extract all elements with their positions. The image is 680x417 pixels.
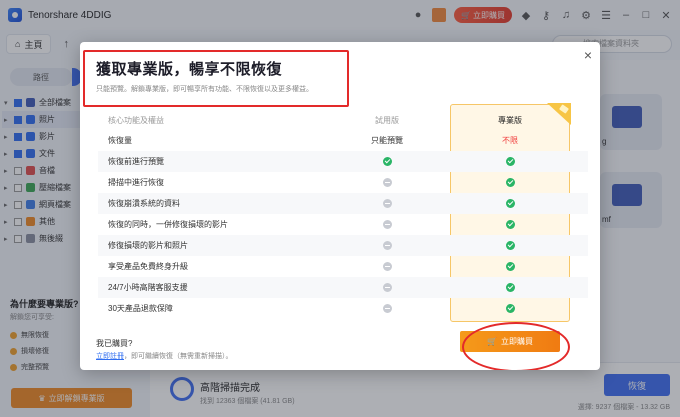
unavailable-icon: [382, 241, 392, 250]
pro-cell: [450, 172, 570, 193]
table-row: 享受產品免費終身升級: [98, 256, 588, 277]
unavailable-icon: [382, 283, 392, 292]
check-icon: [505, 304, 515, 313]
check-icon: [505, 178, 515, 187]
close-icon[interactable]: ×: [580, 47, 596, 63]
pro-cell: [450, 193, 570, 214]
table-row: 30天產品退款保障: [98, 298, 588, 319]
table-row: 恢復前進行預覽: [98, 151, 588, 172]
register-line: 立即註冊，即可繼續恢復（無需重新掃描）。: [96, 351, 233, 361]
unavailable-icon: [382, 304, 392, 313]
trial-cell: [332, 235, 442, 256]
feature-cell: 掃描中進行恢復: [108, 178, 164, 187]
feature-cell: 恢復量: [108, 136, 132, 145]
trial-cell: [332, 172, 442, 193]
check-icon: [505, 262, 515, 271]
annotation-ellipse: [462, 322, 570, 370]
table-row: 恢復崩潰系統的資料: [98, 193, 588, 214]
already-purchased-text: 我已購買?: [96, 339, 133, 348]
feature-cell: 享受產品免費終身升級: [108, 262, 188, 271]
check-icon: [505, 199, 515, 208]
register-line-rest: ，即可繼續恢復（無需重新掃描）。: [124, 353, 233, 360]
feature-cell: 恢復的同時，一併修復損壞的影片: [108, 220, 228, 229]
header-feature: 核心功能及權益: [108, 116, 164, 125]
pro-cell: [450, 214, 570, 235]
trial-cell: [332, 277, 442, 298]
header-trial: 試用版: [375, 116, 399, 125]
check-icon: [382, 157, 392, 166]
upgrade-dialog: × 獲取專業版，暢享不限恢復 只能預覽。解鎖專業版，即可暢享所有功能、不限恢復以…: [80, 42, 600, 370]
pro-cell: [450, 298, 570, 319]
trial-cell: [332, 256, 442, 277]
trial-cell: 只能預覽: [371, 136, 403, 145]
pro-cell: [450, 151, 570, 172]
table-row: 恢復量 只能預覽 不限: [98, 130, 588, 151]
trial-cell: [332, 151, 442, 172]
check-icon: [505, 220, 515, 229]
check-icon: [505, 157, 515, 166]
pro-cell: [450, 235, 570, 256]
unavailable-icon: [382, 262, 392, 271]
table-row: 掃描中進行恢復: [98, 172, 588, 193]
trial-cell: [332, 193, 442, 214]
feature-cell: 恢復崩潰系統的資料: [108, 199, 180, 208]
feature-cell: 24/7小時高階客服支援: [108, 283, 188, 292]
check-icon: [505, 241, 515, 250]
table-row: 恢復的同時，一併修復損壞的影片: [98, 214, 588, 235]
trial-cell: [332, 298, 442, 319]
header-pro: 專業版: [498, 116, 522, 125]
unavailable-icon: [382, 178, 392, 187]
feature-cell: 修復損壞的影片和照片: [108, 241, 188, 250]
table-row: 24/7小時高階客服支援: [98, 277, 588, 298]
annotation-box: [83, 50, 349, 107]
unavailable-icon: [382, 199, 392, 208]
feature-cell: 恢復前進行預覽: [108, 157, 164, 166]
pro-cell: 不限: [502, 136, 518, 145]
register-link[interactable]: 立即註冊: [96, 353, 124, 360]
check-icon: [505, 283, 515, 292]
trial-cell: [332, 214, 442, 235]
pro-cell: [450, 277, 570, 298]
table-header: 核心功能及權益 試用版 專業版: [98, 110, 588, 131]
table-row: 修復損壞的影片和照片: [98, 235, 588, 256]
pro-cell: [450, 256, 570, 277]
feature-cell: 30天產品退款保障: [108, 304, 173, 313]
unavailable-icon: [382, 220, 392, 229]
